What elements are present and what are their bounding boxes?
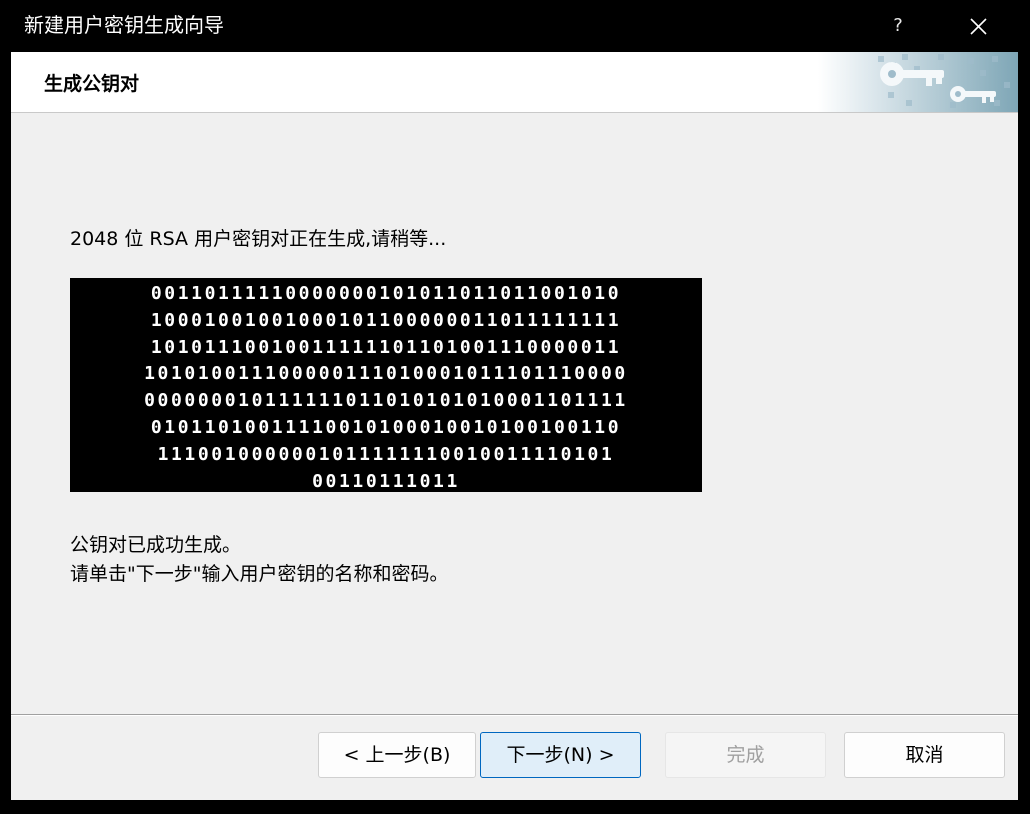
close-button[interactable] [958, 10, 998, 42]
binary-line: 01011010011110010100010010100100110 [150, 416, 622, 438]
window-bottom-edge [0, 800, 1030, 812]
binary-line: 00110111011 [312, 470, 460, 492]
key-generation-progress-display: 00110111110000000101011011011001010 1000… [70, 278, 702, 492]
window-titlebar: 新建用户密钥生成向导 ? [0, 0, 1030, 52]
completion-message: 公钥对已成功生成。 请单击"下一步"输入用户密钥的名称和密码。 [70, 531, 448, 589]
next-button[interactable]: 下一步(N) > [480, 732, 641, 778]
completion-line: 公钥对已成功生成。 [70, 534, 242, 556]
window-title: 新建用户密钥生成向导 [24, 13, 224, 37]
back-button[interactable]: < 上一步(B) [318, 732, 476, 778]
keys-banner-icon [818, 52, 1018, 112]
button-separator [11, 714, 1018, 716]
help-button[interactable]: ? [878, 10, 918, 42]
cancel-button[interactable]: 取消 [844, 732, 1005, 778]
binary-line: 101010011100000111010001011101110000 [144, 363, 628, 385]
instruction-line: 请单击"下一步"输入用户密钥的名称和密码。 [70, 563, 449, 585]
binary-line: 000000010111111011010101010001101111 [144, 390, 628, 412]
page-title: 生成公钥对 [44, 73, 140, 95]
background-window-edge [0, 44, 11, 814]
binary-line: 1110010000001011111110010011110101 [157, 443, 615, 465]
binary-line: 10101110010011111101101001110000011 [150, 336, 622, 358]
close-icon [970, 18, 987, 35]
binary-line: 10001001001000101100000011011111111 [150, 309, 622, 331]
wizard-dialog: 生成公钥对 2048 位 RSA 用户密钥对正在生成,请稍等... 001101… [11, 52, 1018, 800]
wizard-header: 生成公钥对 [11, 52, 1018, 113]
finish-button: 完成 [665, 732, 826, 778]
binary-line: 00110111110000000101011011011001010 [150, 283, 622, 304]
generation-status-text: 2048 位 RSA 用户密钥对正在生成,请稍等... [70, 228, 447, 250]
